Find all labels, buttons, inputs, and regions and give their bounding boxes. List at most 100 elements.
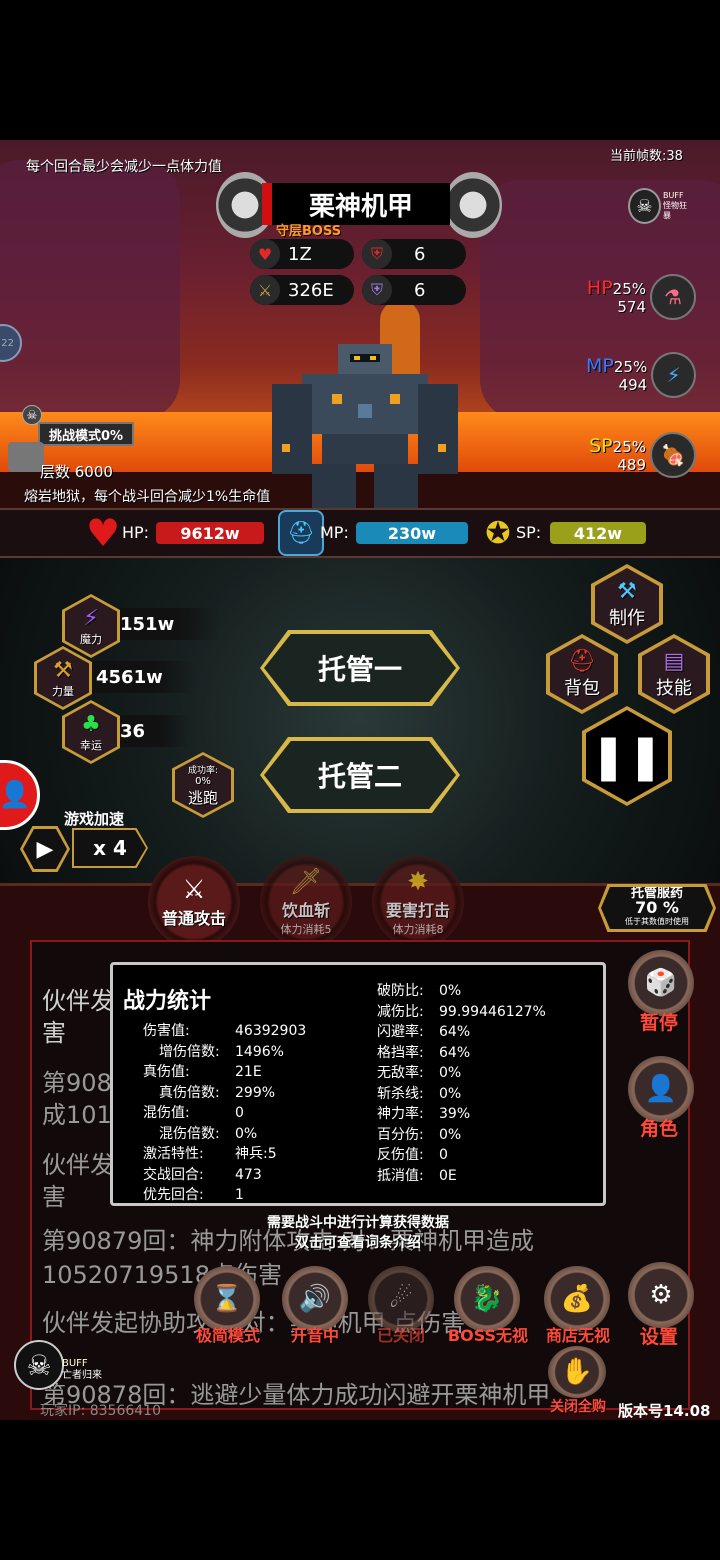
stat-value: 0%	[439, 983, 462, 999]
speaker-icon: 🔊	[298, 1284, 332, 1314]
player-buff-sub: 亡者归来	[62, 1370, 102, 1381]
food-plate-icon: 🍖	[650, 432, 696, 478]
escape-rate-label: 成功率:	[187, 765, 219, 776]
combat-stats-panel[interactable]: 战力统计 伤害值: 46392903 增伤倍数: 1496% 真伤值: 21E 真伤倍…	[110, 962, 606, 1206]
auto-potion-setting[interactable]: 托管服药 70 % 低于其数值时使用	[598, 884, 716, 932]
shield-icon: ⛨	[362, 239, 392, 269]
buff-label: BUFF	[663, 191, 684, 200]
fps-counter: 当前帧数:38	[610, 149, 683, 164]
mp-potion-label: MP	[586, 354, 614, 377]
stat-key: 减伤比:	[377, 1003, 424, 1020]
normal-attack-button[interactable]: ⚔ 普通攻击	[148, 856, 240, 948]
comet-icon: ☄	[389, 1284, 413, 1314]
boss-def-stat: ⛨ 6	[362, 239, 466, 269]
role-label: 角色	[640, 1118, 679, 1140]
skill-label: 技能	[656, 677, 692, 699]
auto-mode-one-button[interactable]: 托管一	[260, 630, 460, 706]
boss-ignore-label: BOSS无视	[447, 1326, 529, 1345]
stats-title: 战力统计	[123, 989, 212, 1014]
lightning-icon: ⚡	[83, 605, 99, 631]
pause-label: 暂停	[640, 1012, 679, 1034]
role-button[interactable]: 👤	[628, 1056, 694, 1122]
stone-blocks-icon	[8, 442, 44, 472]
stat-key: 抵消值:	[377, 1167, 424, 1184]
stats-note-1: 需要战斗中进行计算获得数据	[267, 1215, 449, 1231]
close-buy-button[interactable]: ✋	[548, 1346, 606, 1398]
sound-label: 开音中	[290, 1326, 339, 1345]
monster-buff[interactable]: ☠ BUFF 怪物狂暴	[628, 186, 692, 226]
stat-value: 0%	[235, 1125, 258, 1142]
player-ip: 玩家IP: 83566410	[40, 1403, 161, 1419]
stat-value: 0E	[439, 1167, 457, 1184]
sword-icon: ⚔	[250, 275, 280, 305]
stat-key: 激活特性:	[143, 1146, 204, 1162]
skull-small-icon: ☠	[22, 405, 42, 425]
stat-value: 39%	[439, 1106, 471, 1122]
boss-atk-stat: ⚔ 326E	[250, 275, 354, 305]
blood-slash-button[interactable]: 🗡 饮血斩 体力消耗5	[260, 856, 352, 948]
stat-value: 1	[235, 1187, 244, 1203]
hp-label: HP:	[122, 523, 150, 542]
boss-name: 栗神机甲	[262, 183, 450, 225]
critical-strike-button[interactable]: ✸ 要害打击 体力消耗8	[372, 856, 464, 948]
craft-label: 制作	[609, 607, 645, 629]
stat-value: 299%	[235, 1084, 276, 1101]
stats-right-column: 破防比: 0% 减伤比: 99.99446127% 闪避率: 64% 格挡率: 64% …	[377, 981, 603, 1186]
magic-label: 魔力	[80, 632, 102, 646]
stat-value: 64%	[439, 1044, 471, 1061]
round-hint: 每个回合最少会减少一点体力值	[26, 159, 222, 175]
pause-icon: ❚❚	[586, 710, 668, 802]
stat-value: 神兵:5	[235, 1146, 277, 1162]
stat-value: 0%	[439, 1085, 462, 1102]
auto-potion-pct: 70 %	[635, 898, 679, 917]
helmet-red-icon: ⛑	[568, 648, 596, 674]
sp-potion[interactable]: SP25% 489 🍖	[586, 430, 696, 480]
gear-icon: ⚙	[649, 1280, 673, 1310]
blood-slash-label: 饮血斩	[281, 901, 330, 920]
stat-key: 混伤倍数:	[159, 1125, 220, 1142]
strength-icon: ✪	[485, 515, 511, 551]
settings-button[interactable]: ⚙	[628, 1262, 694, 1328]
money-bag-icon: 💰	[560, 1284, 594, 1314]
hp-potion[interactable]: HP25% 574 ⚗	[586, 272, 696, 322]
auto-mode-two-button[interactable]: 托管二	[260, 737, 460, 813]
helmet-icon: ⛑	[278, 510, 324, 556]
sword-icon: 🗡	[289, 867, 323, 897]
hourglass-icon: ⌛	[210, 1284, 244, 1314]
stat-key: 反伤值:	[377, 1147, 424, 1163]
stat-value: 46392903	[235, 1023, 307, 1039]
stat-value: 1496%	[235, 1043, 284, 1060]
stat-value: 473	[235, 1166, 262, 1183]
stat-key: 无敌率:	[377, 1065, 424, 1081]
challenge-mode-button[interactable]: 挑战模式0%	[38, 422, 134, 446]
stats-left-column: 伤害值: 46392903 增伤倍数: 1496% 真伤值: 21E 真伤倍数: 299…	[143, 1021, 333, 1206]
mp-potion[interactable]: MP25% 494 ⚡	[586, 350, 696, 400]
stat-key: 增伤倍数:	[159, 1043, 220, 1060]
skull-buff-icon[interactable]: ☠	[14, 1340, 64, 1390]
log-line: 成101	[42, 1101, 112, 1129]
hooded-figure-icon: 👤	[644, 1074, 678, 1104]
side-tab-label: 22	[1, 337, 14, 349]
boss-hp-stat: ♥ 1Z	[250, 239, 354, 269]
auto-one-label: 托管一	[264, 634, 456, 702]
dice-icon: 🎲	[644, 968, 678, 998]
stat-value: 0	[439, 1147, 448, 1163]
boss-def-value: 6	[414, 243, 426, 265]
explosion-icon: ✸	[407, 867, 429, 897]
sp-potion-pct: 25%	[612, 437, 646, 456]
auto-two-label: 托管二	[264, 741, 456, 809]
stat-value: 0	[235, 1105, 244, 1121]
stat-value: 99.99446127%	[439, 1003, 546, 1020]
bag-label: 背包	[564, 677, 600, 699]
dice-pause-button[interactable]: 🎲	[628, 950, 694, 1016]
shop-ignore-label: 商店无视	[545, 1326, 610, 1345]
lightning-potion-icon: ⚡	[651, 352, 696, 398]
speed-value-box[interactable]: x 4	[72, 828, 148, 868]
sp-label: SP:	[516, 523, 542, 542]
boss-robot-sprite[interactable]	[272, 344, 458, 508]
power-label: 力量	[52, 684, 74, 698]
buff-sub: 怪物狂暴	[663, 201, 687, 220]
log-line: 第908	[42, 1069, 112, 1097]
power-value: 4561w	[86, 661, 196, 693]
magic-value: 151w	[110, 608, 220, 640]
